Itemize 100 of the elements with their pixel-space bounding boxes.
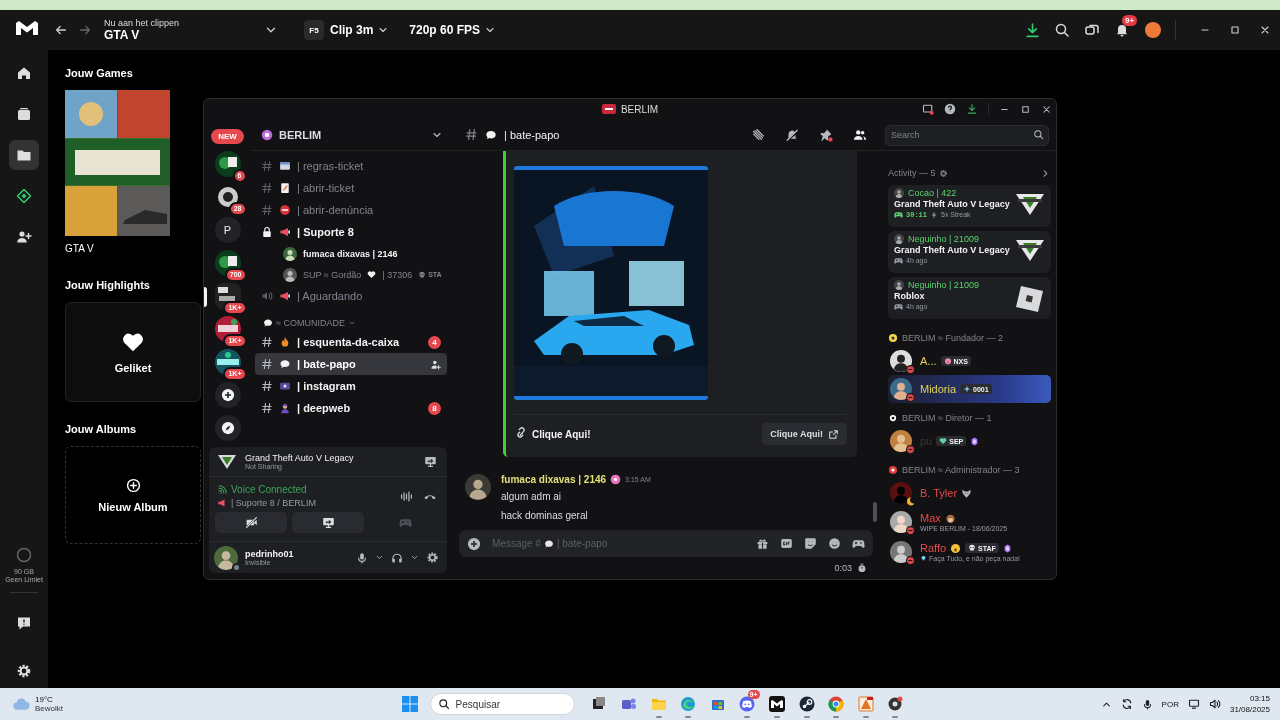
emoji-icon: [279, 182, 291, 194]
channel-item[interactable]: | Aguardando: [255, 285, 447, 307]
members-icon[interactable]: [853, 127, 867, 142]
avatar: [890, 511, 912, 533]
clip-length-dropdown[interactable]: Clip 3m: [330, 23, 390, 37]
sync-icon[interactable]: [1120, 698, 1133, 710]
chrome-icon[interactable]: [828, 696, 845, 712]
add-attachment-icon[interactable]: [467, 536, 481, 551]
dark-circle-icon[interactable]: [887, 696, 904, 712]
channel-item[interactable]: | regras-ticket: [255, 155, 447, 177]
volume-icon[interactable]: [1208, 698, 1221, 710]
link-button[interactable]: Clique Aqui!: [762, 423, 847, 445]
add-server-button[interactable]: [214, 382, 241, 408]
signal-icon: [217, 484, 228, 495]
search-icon: [1033, 129, 1044, 140]
back-arrow-icon[interactable]: [54, 23, 68, 37]
do-not-disturb-icon: [906, 526, 915, 535]
maximize-icon[interactable]: [1020, 103, 1031, 115]
server-header[interactable]: BERLIM: [251, 119, 453, 151]
running-indicator: [685, 716, 692, 718]
waveform-icon[interactable]: [400, 489, 413, 503]
member-item[interactable]: B. Tyler: [888, 479, 1051, 507]
gamepad-icon: [398, 516, 412, 529]
speaker-icon: [261, 290, 273, 302]
channel-item[interactable]: | Suporte 8: [255, 221, 447, 243]
server-button[interactable]: P: [214, 217, 241, 243]
people-icon[interactable]: [621, 696, 637, 712]
gif-icon[interactable]: [780, 537, 793, 550]
sticker-icon[interactable]: [804, 537, 817, 550]
clock[interactable]: 03:15 31/08/2025: [1229, 693, 1270, 715]
channel-item[interactable]: | bate-papo: [255, 353, 447, 375]
lock-icon: [261, 226, 273, 238]
triangle-app-icon[interactable]: [857, 696, 874, 712]
download-icon[interactable]: [1023, 21, 1041, 39]
channel-item[interactable]: | abrir-ticket: [255, 177, 447, 199]
nav-item[interactable]: [9, 140, 39, 170]
camera-button[interactable]: [215, 512, 287, 533]
voice-channel[interactable]: | Suporte 8 / BERLIM: [231, 498, 316, 508]
screen-share-button[interactable]: [292, 512, 364, 533]
headphones-icon[interactable]: [391, 551, 403, 564]
threads-icon[interactable]: [751, 127, 765, 142]
chevron-down-icon[interactable]: [410, 553, 419, 562]
m-logo-icon[interactable]: [768, 696, 785, 712]
gamepad-icon: [894, 210, 903, 219]
close-icon[interactable]: [1259, 24, 1271, 36]
embed-link[interactable]: Clique Aqui!: [532, 428, 591, 440]
logo-icon[interactable]: [16, 21, 38, 35]
steam-icon[interactable]: [798, 696, 815, 712]
download-icon[interactable]: [966, 103, 978, 115]
pin-icon[interactable]: [819, 127, 833, 142]
weather-widget[interactable]: 19°C Bewolkt: [12, 695, 192, 713]
window-title: BERLIM: [620, 103, 659, 115]
mute-icon[interactable]: [785, 127, 799, 142]
globe-icon[interactable]: [680, 696, 697, 712]
quality-dropdown[interactable]: 720p 60 FPS: [409, 23, 497, 37]
avatar: [890, 541, 912, 563]
close-icon[interactable]: [1041, 103, 1052, 115]
discover-button[interactable]: [214, 415, 241, 441]
highlight-card[interactable]: Geliket: [65, 302, 201, 402]
screen-share-icon[interactable]: [424, 455, 437, 468]
gamepad-icon[interactable]: [852, 537, 865, 550]
game-controller-icon[interactable]: [739, 696, 756, 712]
task-view-icon[interactable]: [591, 696, 608, 712]
avatar: [465, 474, 491, 500]
emoji-icon[interactable]: [828, 537, 841, 550]
screen-record-icon[interactable]: [922, 103, 934, 115]
slowmode-timer: 0:03: [834, 563, 852, 573]
new-album-card[interactable]: Nieuw Album: [65, 446, 201, 544]
hash-icon: [261, 358, 273, 370]
channel-item[interactable]: | instagram: [255, 375, 447, 397]
link-icon: [514, 427, 528, 441]
maximize-icon[interactable]: [1229, 24, 1241, 36]
chat-icon[interactable]: [1084, 22, 1100, 38]
monitor-icon[interactable]: [1187, 698, 1200, 710]
bell-icon[interactable]: [1114, 22, 1130, 38]
feedback-icon[interactable]: [16, 615, 32, 631]
add-member-icon[interactable]: [430, 358, 441, 370]
user-avatar: [214, 545, 238, 570]
new-badge[interactable]: NEW: [211, 129, 244, 144]
user-avatar[interactable]: [1145, 22, 1161, 38]
search-field[interactable]: Search: [885, 124, 1049, 146]
settings-icon[interactable]: [426, 551, 439, 564]
running-indicator: [803, 716, 810, 718]
microphone-icon[interactable]: [1141, 698, 1153, 710]
chevron-down-icon[interactable]: [375, 553, 384, 562]
forward-arrow-icon[interactable]: [78, 23, 92, 37]
channel-item[interactable]: | deepweb 8: [255, 397, 447, 419]
category-title[interactable]: ≈ COMUNIDADE: [276, 318, 345, 328]
channel-item[interactable]: | esquenta-da-caixa 4: [255, 331, 447, 353]
input-language[interactable]: POR: [1161, 699, 1179, 709]
running-indicator: [655, 716, 662, 718]
channel-name: | bate-papo: [504, 128, 560, 141]
search-icon[interactable]: [1054, 22, 1070, 38]
channel-item[interactable]: | abrir-denúncia: [255, 199, 447, 221]
gift-icon[interactable]: [756, 537, 769, 550]
microphone-icon[interactable]: [356, 551, 368, 564]
message-text: algum adm ai: [501, 491, 563, 502]
clip-status: Nu aan het clippen: [104, 18, 181, 28]
help-icon[interactable]: [944, 103, 956, 115]
start-icon[interactable]: [401, 696, 418, 712]
